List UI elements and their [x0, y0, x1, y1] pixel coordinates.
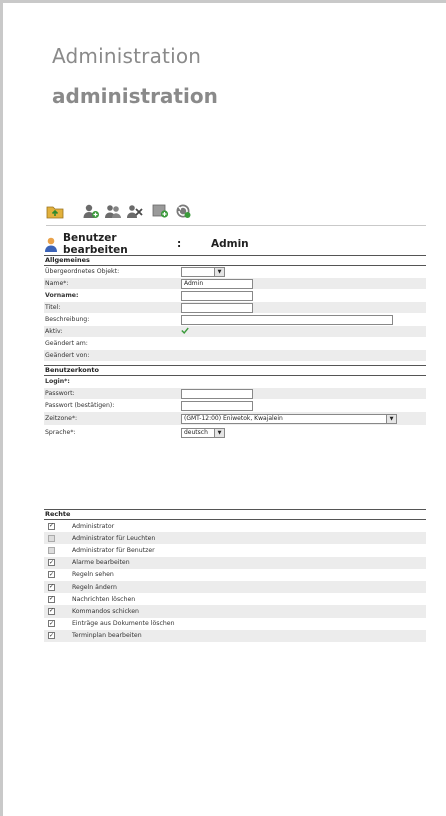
- permission-checkbox[interactable]: ✓: [48, 607, 55, 615]
- page-title: Administration: [52, 44, 202, 68]
- add-item-icon[interactable]: [152, 203, 170, 219]
- permission-row: ✓ Administrator: [44, 520, 426, 532]
- permission-row: ✓ Regeln sehen: [44, 569, 426, 581]
- permission-row: ✓ Kommandos schicken: [44, 605, 426, 618]
- permission-checkbox[interactable]: ✓: [48, 595, 55, 603]
- permission-label: Regeln sehen: [72, 571, 114, 579]
- delete-users-icon[interactable]: [126, 203, 144, 219]
- folder-up-icon[interactable]: [46, 203, 64, 219]
- changed-by-row: Geändert von:: [44, 350, 426, 362]
- permission-row: Administrator für Benutzer: [44, 544, 426, 556]
- permission-row: ✓ Nachrichten löschen: [44, 593, 426, 605]
- account-heading: Benutzerkonto: [44, 365, 426, 376]
- permission-row: Administrator für Leuchten: [44, 532, 426, 545]
- password-confirm-field[interactable]: [181, 400, 253, 411]
- permission-row: ✓ Regeln ändern: [44, 580, 426, 594]
- description-label: Beschreibung:: [45, 316, 90, 323]
- permission-row: ✓ Terminplan bearbeiten: [44, 629, 426, 642]
- login-row: Login*:: [44, 376, 426, 388]
- title-label: Titel:: [45, 304, 61, 311]
- permission-checkbox[interactable]: ✓: [48, 522, 55, 530]
- permission-checkbox: [48, 546, 55, 554]
- form-title: Benutzer bearbeiten: [63, 232, 128, 256]
- language-row: Sprache*: deutsch ▼: [44, 426, 426, 440]
- parent-object-row: Übergeordnetes Objekt: ▼: [44, 266, 426, 278]
- timezone-value: (GMT-12:00) Eniwetok, Kwajalein: [184, 414, 283, 422]
- parent-object-select[interactable]: ▼: [181, 266, 225, 277]
- user-icon: [44, 237, 58, 252]
- general-heading: Allgemeines: [44, 255, 426, 266]
- password-confirm-row: Passwort (bestätigen):: [44, 400, 426, 412]
- permission-checkbox[interactable]: ✓: [48, 620, 55, 628]
- users-icon[interactable]: [104, 203, 122, 219]
- toolbar: [46, 196, 426, 226]
- title-row: Titel:: [44, 302, 426, 314]
- permission-checkbox[interactable]: ✓: [48, 583, 55, 591]
- permission-label: Alarme bearbeiten: [72, 559, 130, 567]
- changed-at-label: Geändert am:: [45, 340, 88, 347]
- timezone-label: Zeitzone*:: [45, 415, 78, 422]
- account-section: Benutzerkonto Login*: Passwort: Passwort…: [44, 365, 426, 440]
- permission-checkbox[interactable]: ✓: [48, 571, 55, 579]
- language-label: Sprache*:: [45, 429, 76, 436]
- active-label: Aktiv:: [45, 328, 63, 335]
- chevron-down-icon: ▼: [214, 428, 224, 437]
- password-row: Passwort:: [44, 388, 426, 400]
- timezone-row: Zeitzone*: (GMT-12:00) Eniwetok, Kwajale…: [44, 412, 426, 426]
- firstname-field[interactable]: [181, 290, 253, 301]
- description-row: Beschreibung:: [44, 314, 426, 326]
- form-header: Benutzer bearbeiten : Admin: [44, 232, 426, 256]
- description-field[interactable]: [181, 314, 393, 325]
- password-label: Passwort:: [45, 390, 75, 397]
- changed-by-label: Geändert von:: [45, 352, 90, 359]
- password-confirm-label: Passwort (bestätigen):: [45, 402, 115, 409]
- permission-label: Kommandos schicken: [72, 607, 139, 615]
- permission-row: ✓ Einträge aus Dokumente löschen: [44, 618, 426, 630]
- password-field[interactable]: [181, 388, 253, 399]
- form-user-name: Admin: [211, 238, 249, 250]
- permission-label: Regeln ändern: [72, 583, 117, 591]
- general-section: Allgemeines Übergeordnetes Objekt: ▼ Nam…: [44, 255, 426, 362]
- title-field[interactable]: [181, 302, 253, 313]
- login-label: Login*:: [45, 378, 70, 385]
- permission-label: Nachrichten löschen: [72, 595, 136, 603]
- firstname-label: Vorname:: [45, 292, 79, 299]
- firstname-row: Vorname:: [44, 290, 426, 302]
- rights-heading: Rechte: [44, 509, 426, 520]
- permission-checkbox[interactable]: ✓: [48, 559, 55, 567]
- changed-at-row: Geändert am:: [44, 338, 426, 350]
- name-row: Name*: Admin: [44, 278, 426, 290]
- form-title-colon: :: [177, 238, 182, 250]
- permission-label: Terminplan bearbeiten: [72, 632, 142, 640]
- refresh-icon[interactable]: [174, 203, 192, 219]
- permission-label: Einträge aus Dokumente löschen: [72, 620, 175, 628]
- timezone-select[interactable]: (GMT-12:00) Eniwetok, Kwajalein ▼: [181, 413, 397, 424]
- add-user-icon[interactable]: [82, 203, 100, 219]
- name-label: Name*:: [45, 280, 69, 287]
- name-field[interactable]: Admin: [181, 278, 253, 289]
- chevron-down-icon: ▼: [214, 267, 224, 276]
- rights-section: Rechte ✓ Administrator Administrator für L…: [44, 509, 426, 642]
- language-select[interactable]: deutsch ▼: [181, 427, 225, 438]
- permission-label: Administrator für Leuchten: [72, 534, 156, 542]
- permission-row: ✓ Alarme bearbeiten: [44, 556, 426, 569]
- parent-object-label: Übergeordnetes Objekt:: [45, 268, 120, 275]
- checkmark-icon[interactable]: [181, 327, 189, 336]
- page-subtitle: administration: [52, 84, 218, 108]
- permission-checkbox: [48, 534, 55, 542]
- permission-label: Administrator: [72, 522, 115, 530]
- chevron-down-icon: ▼: [386, 414, 396, 423]
- rights-list: ✓ Administrator Administrator für Leuchten…: [44, 520, 426, 642]
- language-value: deutsch: [184, 428, 208, 436]
- permission-checkbox[interactable]: ✓: [48, 632, 55, 640]
- active-row: Aktiv:: [44, 326, 426, 338]
- permission-label: Administrator für Benutzer: [72, 546, 155, 554]
